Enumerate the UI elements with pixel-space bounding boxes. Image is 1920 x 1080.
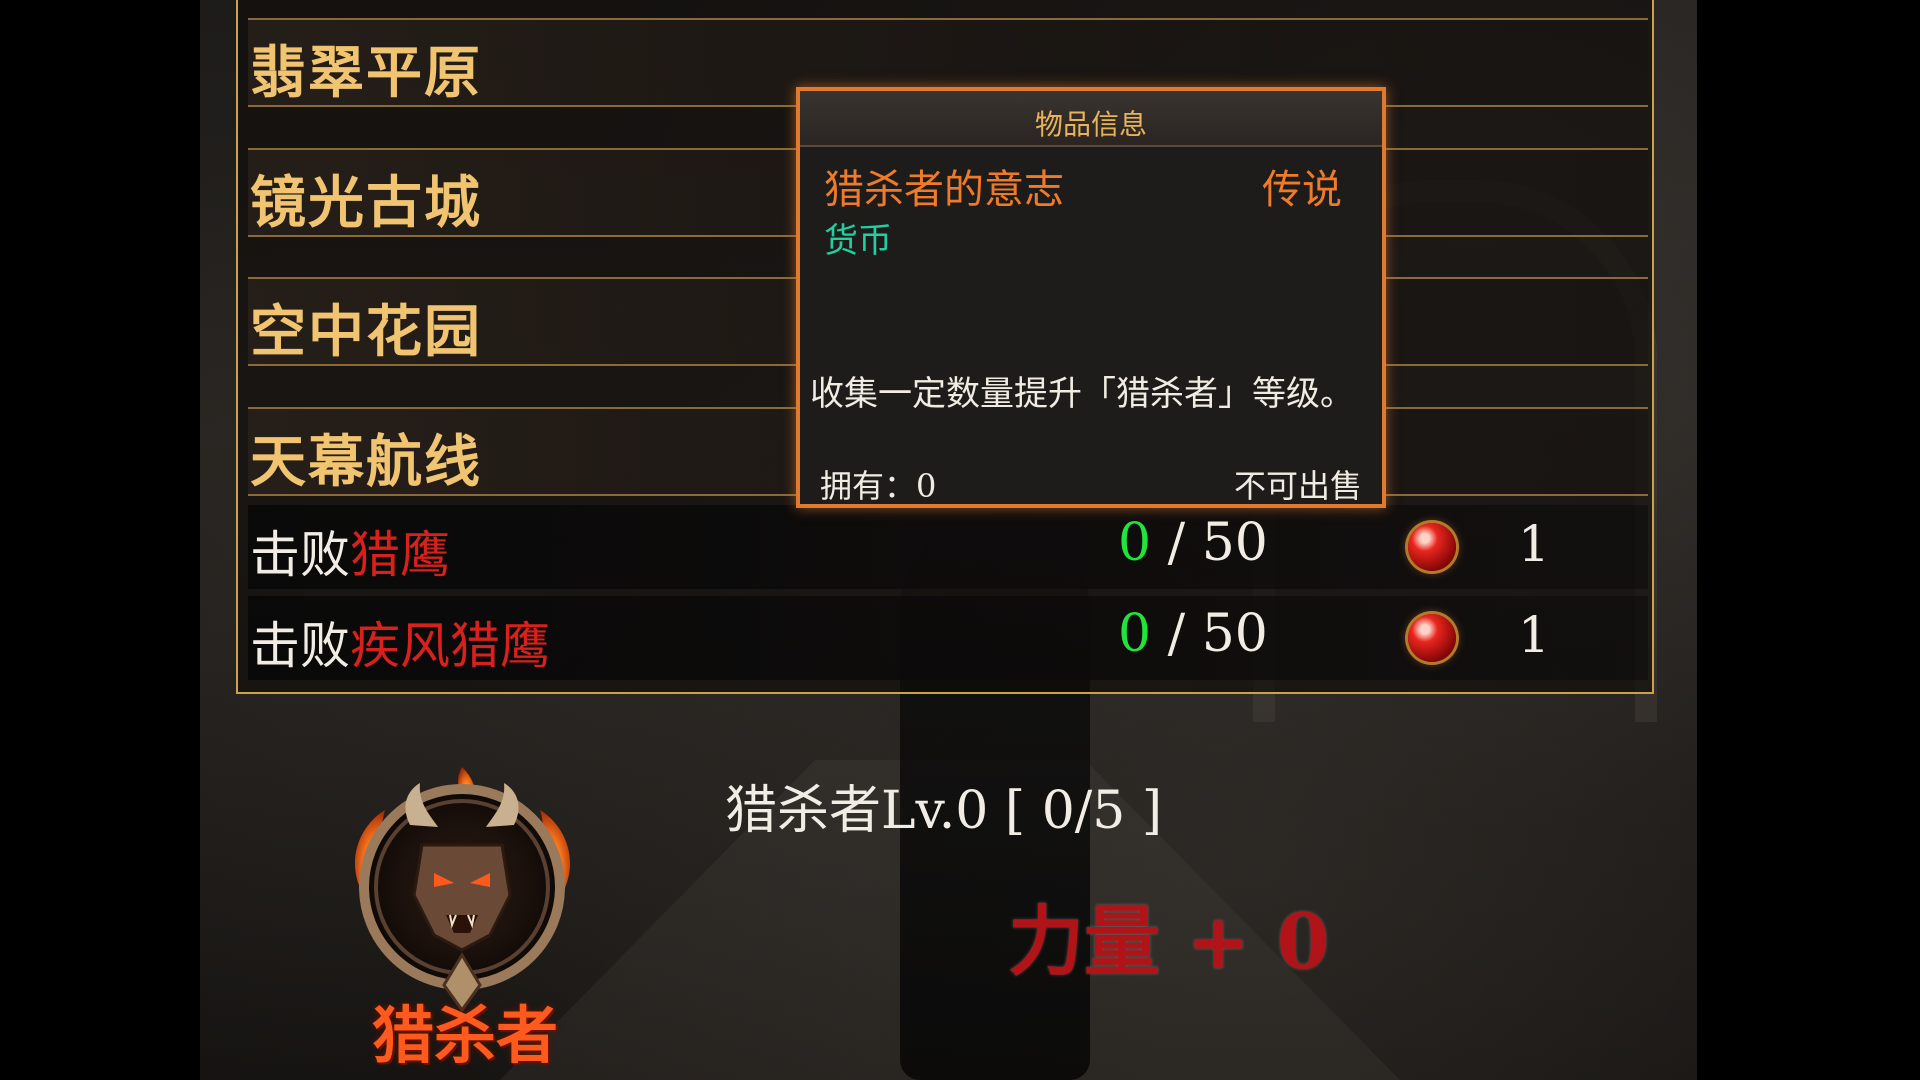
class-name: 猎杀者 [371,999,558,1072]
hunter-level: 猎杀者Lv.0 [ 0/5 ] [725,781,1163,841]
task-progress: 0 / 50 [1118,513,1268,573]
item-name: 猎杀者的意志 [824,167,1064,213]
item-owned-count: 拥有：0 [820,467,937,505]
progress-total: 50 [1201,604,1268,664]
task-target: 疾风猎鹰 [350,617,550,675]
task-progress: 0 / 50 [1118,604,1268,664]
strength-stat: 力量 + 0 [1008,897,1330,986]
red-orb-icon[interactable] [1408,523,1456,571]
item-rarity: 传说 [1262,167,1342,213]
demon-emblem-icon[interactable] [330,755,595,1020]
area-label: 天幕航线 [250,429,482,495]
area-label: 镜光古城 [250,170,482,236]
reward-count: 1 [1518,515,1550,573]
item-description: 收集一定数量提升「猎杀者」等级。 [810,374,1354,414]
progress-current: 0 [1118,604,1152,664]
task-row: 击败猎鹰 0 / 50 1 [248,505,1648,589]
reward-count: 1 [1518,606,1550,664]
progress-total: 50 [1201,513,1268,573]
progress-current: 0 [1118,513,1152,573]
area-label: 翡翠平原 [250,40,482,106]
task-label: 击败猎鹰 [250,526,450,584]
tooltip-header: 物品信息 [800,91,1382,147]
area-label: 空中花园 [250,299,482,365]
item-type: 货币 [824,221,892,261]
red-orb-icon[interactable] [1408,614,1456,662]
item-sell-status: 不可出售 [1233,467,1362,505]
task-row: 击败疾风猎鹰 0 / 50 1 [248,596,1648,680]
task-target: 猎鹰 [350,526,450,584]
task-label: 击败疾风猎鹰 [250,617,550,675]
item-info-tooltip: 物品信息 猎杀者的意志 传说 货币 收集一定数量提升「猎杀者」等级。 拥有：0 … [796,87,1386,508]
